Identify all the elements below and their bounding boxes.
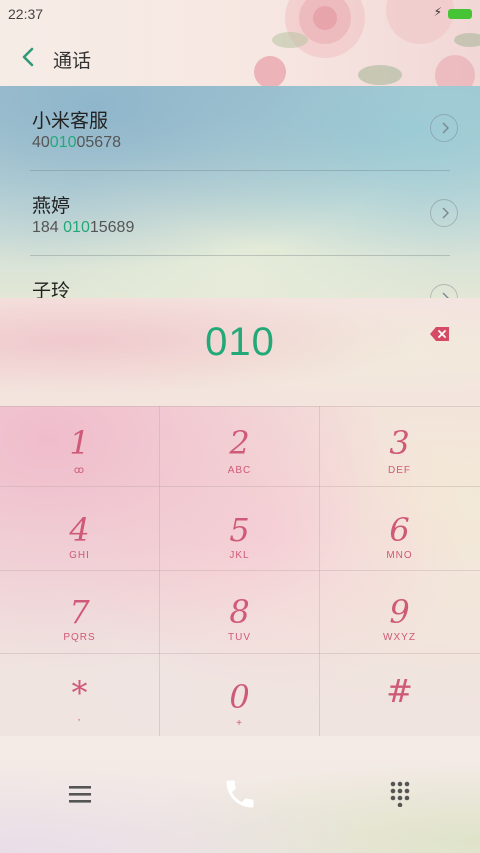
- header-bar: 22:37 ⚡ 通话: [0, 0, 480, 86]
- dial-keypad: 1 ꝏ 2 ABC 3 DEF 4 GHI 5 JKL 6 MNO 7 PQRS…: [0, 406, 480, 736]
- contact-number: 184 01015689: [32, 219, 135, 236]
- voicemail-icon: ꝏ: [73, 465, 86, 476]
- call-button[interactable]: [210, 764, 270, 824]
- key-digit: 9: [389, 593, 410, 631]
- bottom-action-bar: [0, 736, 480, 853]
- key-digit: #: [386, 672, 413, 710]
- key-digit: 5: [229, 511, 250, 549]
- key-digit: 7: [69, 593, 90, 631]
- backspace-icon[interactable]: [430, 326, 450, 342]
- menu-icon: [69, 786, 91, 803]
- key-digit: 0: [229, 678, 250, 716]
- contact-name: 子玲: [32, 281, 71, 298]
- status-time: 22:37: [8, 6, 44, 22]
- key-digit: 1: [69, 424, 90, 462]
- contact-item[interactable]: 子玲: [0, 256, 480, 298]
- contact-number: 4001005678: [32, 134, 121, 151]
- key-letters: MNO: [386, 550, 413, 561]
- keypad-icon: [390, 781, 410, 807]
- key-0[interactable]: 0 +: [160, 654, 319, 736]
- key-4[interactable]: 4 GHI: [0, 487, 159, 570]
- contact-name: 燕婷: [32, 196, 71, 217]
- key-5[interactable]: 5 JKL: [160, 487, 319, 570]
- key-letters: WXYZ: [383, 632, 416, 643]
- key-2[interactable]: 2 ABC: [160, 406, 319, 486]
- key-9[interactable]: 9 WXYZ: [320, 571, 479, 653]
- chevron-right-icon[interactable]: [430, 199, 458, 227]
- key-1[interactable]: 1 ꝏ: [0, 406, 159, 486]
- key-digit: 8: [229, 593, 250, 631]
- lightning-icon: ⚡: [433, 5, 442, 19]
- key-letters: GHI: [69, 550, 90, 561]
- chevron-right-icon[interactable]: [430, 284, 458, 298]
- key-letters: TUV: [228, 632, 251, 643]
- key-letters: DEF: [388, 465, 411, 476]
- key-digit: 3: [389, 424, 410, 462]
- key-letters: ,: [77, 712, 82, 723]
- contact-item[interactable]: 燕婷 184 01015689: [0, 171, 480, 255]
- key-6[interactable]: 6 MNO: [320, 487, 479, 570]
- chevron-right-icon[interactable]: [430, 114, 458, 142]
- contact-name: 小米客服: [32, 111, 109, 132]
- key-digit: 4: [69, 511, 90, 549]
- battery-icon: [448, 9, 472, 19]
- key-hash[interactable]: #: [320, 654, 479, 736]
- contact-item[interactable]: 小米客服 4001005678: [0, 86, 480, 170]
- key-star[interactable]: * ,: [0, 654, 159, 736]
- key-digit: *: [71, 674, 88, 712]
- key-letters: ABC: [227, 465, 252, 476]
- menu-button[interactable]: [50, 764, 110, 824]
- dialed-number: 010: [205, 320, 275, 364]
- keypad-toggle-button[interactable]: [370, 764, 430, 824]
- key-3[interactable]: 3 DEF: [320, 406, 479, 486]
- key-letters: +: [236, 718, 243, 729]
- phone-icon: [226, 780, 254, 808]
- key-digit: 6: [389, 511, 410, 549]
- page-title: 通话: [53, 51, 92, 72]
- key-8[interactable]: 8 TUV: [160, 571, 319, 653]
- key-7[interactable]: 7 PQRS: [0, 571, 159, 653]
- chevron-left-icon[interactable]: [18, 44, 42, 70]
- key-digit: 2: [229, 424, 250, 462]
- rose-decoration-image: [254, 0, 480, 86]
- key-letters: JKL: [229, 550, 250, 561]
- key-letters: PQRS: [63, 632, 96, 643]
- contact-suggestions-list: 小米客服 4001005678 燕婷 184 01015689 子玲: [0, 86, 480, 298]
- dialed-number-area: 010: [0, 298, 480, 406]
